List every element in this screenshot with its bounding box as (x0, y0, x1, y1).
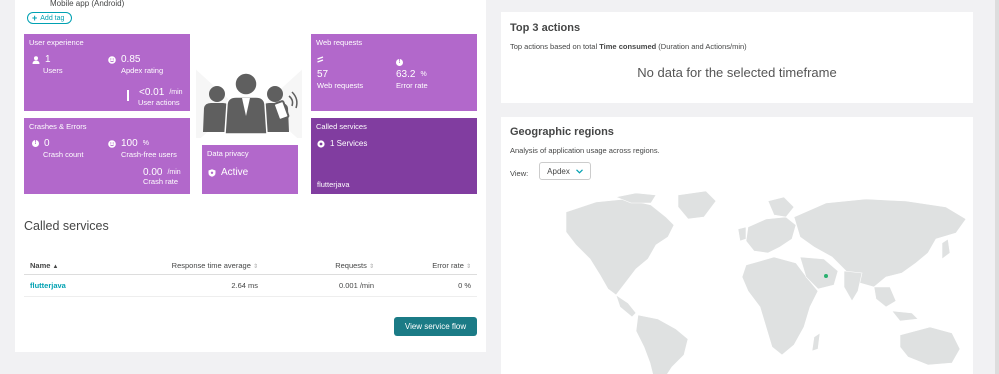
crash-rate-unit: /min (167, 169, 181, 176)
top-actions-card: Top 3 actions Top actions based on total… (501, 12, 973, 103)
called-services-table: Name ▲ Response time average ⇕ Requests … (24, 258, 477, 297)
plus-icon: + (32, 12, 38, 23)
tile-title: Web requests (316, 38, 363, 47)
scrollbar[interactable] (995, 0, 999, 374)
users-value: 1 (45, 54, 51, 65)
view-select[interactable]: Apdex (539, 162, 591, 180)
column-header-requests[interactable]: Requests ⇕ (264, 258, 380, 275)
error-rate-cell: 0 % (380, 274, 477, 297)
bar-icon (127, 90, 129, 101)
tile-user-experience[interactable]: User experience 1 Users 0.85 Apdex ratin… (24, 34, 190, 111)
top-actions-subtitle: Top actions based on total Time consumed… (510, 42, 747, 51)
web-requests-value: 57 (317, 69, 329, 80)
smiley-icon (108, 139, 116, 148)
service-icon (317, 139, 325, 148)
tile-crashes-errors[interactable]: Crashes & Errors ! 0 Crash count 100 % C… (24, 118, 190, 194)
region-marker[interactable] (824, 274, 828, 278)
error-rate-label: Error rate (396, 81, 428, 90)
user-icon (32, 55, 40, 64)
tile-data-privacy[interactable]: Data privacy Active (202, 145, 298, 194)
smiley-icon (108, 55, 116, 64)
column-header-name[interactable]: Name ▲ (24, 258, 134, 275)
crash-free-value: 100 (121, 138, 138, 149)
tile-title: Crashes & Errors (29, 122, 87, 131)
crash-count-label: Crash count (43, 150, 84, 159)
error-rate-unit: % (420, 71, 427, 78)
apdex-label: Apdex rating (121, 66, 164, 75)
arrows-icon (317, 56, 324, 63)
services-count: 1 Services (330, 139, 368, 148)
tile-title: User experience (29, 38, 84, 47)
error-rate-value: 63.2 (396, 69, 416, 80)
add-tag-button[interactable]: + Add tag (27, 12, 73, 24)
geo-title: Geographic regions (510, 126, 614, 138)
apdex-value: 0.85 (121, 54, 141, 65)
table-row: flutterjava 2.64 ms 0.001 /min 0 % (24, 274, 477, 297)
app-name: Mobile app (Android) (50, 0, 125, 8)
shield-icon (208, 168, 216, 177)
service-link[interactable]: flutterjava (24, 274, 134, 297)
table-header-row: Name ▲ Response time average ⇕ Requests … (24, 258, 477, 275)
crash-rate-label: Crash rate (143, 177, 179, 186)
no-data-message: No data for the selected timeframe (637, 65, 837, 80)
tile-title: Called services (316, 122, 367, 131)
tile-called-services[interactable]: Called services 1 Services flutterjava (311, 118, 477, 194)
users-label: Users (43, 66, 63, 75)
crash-count-value: 0 (44, 138, 50, 149)
chevron-down-icon (575, 168, 583, 174)
actions-label: User actions (138, 98, 180, 107)
service-name: flutterjava (317, 180, 350, 189)
view-label: View: (510, 169, 529, 178)
requests-cell: 0.001 /min (264, 274, 380, 297)
actions-value: <0.01 (139, 87, 165, 98)
add-tag-label: Add tag (40, 14, 65, 22)
called-services-title: Called services (24, 219, 109, 233)
geo-subtitle: Analysis of application usage across reg… (510, 146, 660, 155)
crash-free-label: Crash-free users (121, 150, 177, 159)
column-header-response-time[interactable]: Response time average ⇕ (134, 258, 264, 275)
users-illustration-icon (196, 69, 302, 138)
response-time-cell: 2.64 ms (134, 274, 264, 297)
geographic-regions-card: Geographic regions Analysis of applicati… (501, 117, 973, 374)
column-header-error-rate[interactable]: Error rate ⇕ (380, 258, 477, 275)
alert-icon: ! (32, 140, 39, 147)
tile-web-requests[interactable]: Web requests 57 Web requests ! 63.2 % Er… (311, 34, 477, 111)
view-select-value: Apdex (547, 166, 570, 176)
web-requests-label: Web requests (317, 81, 364, 90)
actions-unit: /min (169, 89, 183, 96)
top-actions-title: Top 3 actions (510, 22, 581, 34)
world-map[interactable] (556, 187, 976, 374)
privacy-status: Active (221, 167, 249, 178)
crash-free-unit: % (142, 140, 149, 147)
alert-icon: ! (396, 59, 403, 66)
view-service-flow-button[interactable]: View service flow (394, 317, 477, 336)
tile-title: Data privacy (207, 149, 249, 158)
